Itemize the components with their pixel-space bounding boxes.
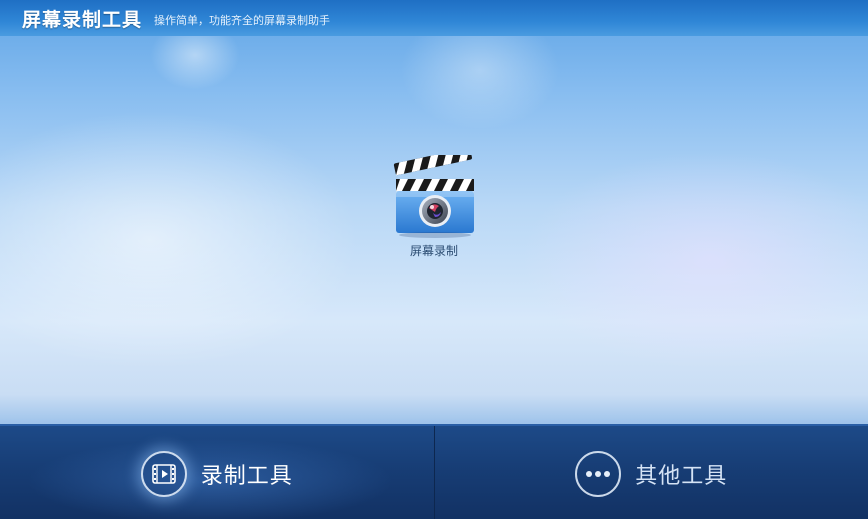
screen-record-tool[interactable]: 屏幕录制 <box>386 155 482 259</box>
background-glow <box>520 150 868 370</box>
app-subtitle: 操作简单，功能齐全的屏幕录制助手 <box>154 14 331 27</box>
bottom-tab-bar: 录制工具 其他工具 <box>0 424 868 519</box>
tab-other-tools[interactable]: 其他工具 <box>433 426 868 519</box>
tab-record-tools[interactable]: 录制工具 <box>0 426 434 519</box>
tab-label: 其他工具 <box>635 463 728 489</box>
background-glow <box>0 110 360 370</box>
clapperboard-camera-icon <box>386 155 482 239</box>
more-dots-icon <box>575 450 622 497</box>
tool-label: 屏幕录制 <box>409 244 458 258</box>
title-bar: 屏幕录制工具 操作简单，功能齐全的屏幕录制助手 <box>0 0 868 36</box>
app-title: 屏幕录制工具 <box>22 8 143 31</box>
film-icon <box>140 450 187 497</box>
app-window: 屏幕录制工具 操作简单，功能齐全的屏幕录制助手 屏幕录制 录制工具 其他工具 <box>0 0 868 519</box>
tab-label: 录制工具 <box>200 463 293 489</box>
